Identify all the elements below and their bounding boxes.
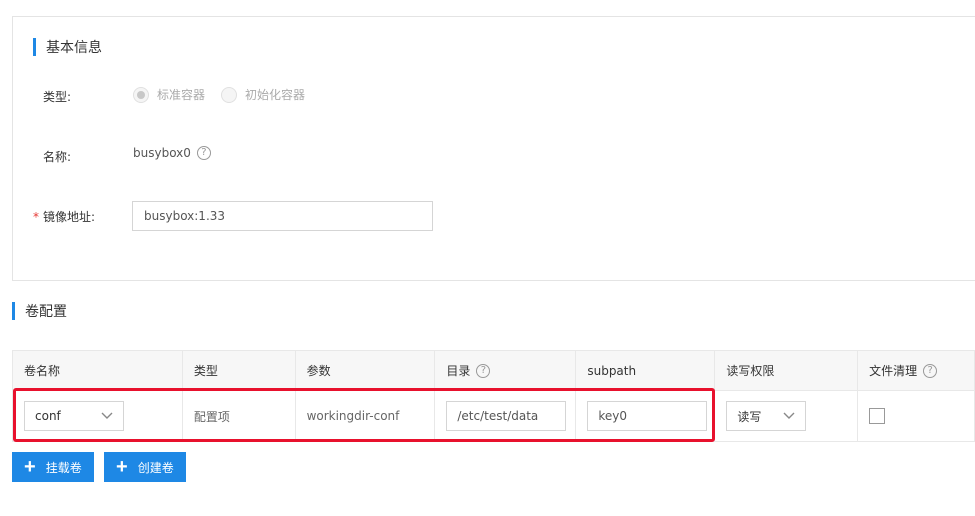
cell-cleanup xyxy=(857,390,975,442)
radio-unchecked-icon xyxy=(221,86,238,103)
help-icon[interactable]: ? xyxy=(196,146,211,160)
radio-init-container[interactable]: 初始化容器 xyxy=(221,86,305,103)
create-volume-button[interactable]: + 创建卷 xyxy=(104,452,186,482)
permission-select[interactable]: 读写 xyxy=(726,401,807,431)
container-name: busybox0 ? xyxy=(133,146,211,160)
required-mark: * xyxy=(33,210,39,224)
col-header-subpath: subpath xyxy=(575,350,716,391)
col-header-volume-name: 卷名称 xyxy=(12,350,183,391)
cell-dir xyxy=(434,390,577,442)
container-type-radio-group: 标准容器 初始化容器 xyxy=(133,86,321,103)
image-address-input[interactable] xyxy=(132,201,433,231)
permission-value: 读写 xyxy=(737,409,762,424)
radio-standard-label: 标准容器 xyxy=(157,88,206,102)
volume-name-select[interactable]: conf xyxy=(24,401,124,431)
cell-permission: 读写 xyxy=(714,390,859,442)
mount-volume-label: 挂载卷 xyxy=(45,460,82,475)
cell-param: workingdir-conf xyxy=(295,390,436,442)
volume-table: 卷名称 类型 参数 目录? subpath 读写权限 文件清理? conf 配置… xyxy=(12,350,975,442)
col-header-type: 类型 xyxy=(182,350,296,391)
col-header-permission: 读写权限 xyxy=(714,350,859,391)
basic-info-title-text: 基本信息 xyxy=(46,40,102,56)
name-label: 名称: xyxy=(43,150,72,164)
help-icon[interactable]: ? xyxy=(923,363,938,378)
chevron-down-icon xyxy=(101,412,113,419)
col-header-dir-text: 目录 xyxy=(446,364,471,378)
section-accent-bar xyxy=(33,38,36,56)
radio-checked-icon xyxy=(133,86,149,103)
radio-standard-container[interactable]: 标准容器 xyxy=(133,86,205,103)
subpath-input[interactable] xyxy=(587,401,708,431)
cell-type: 配置项 xyxy=(182,390,296,442)
section-accent-bar xyxy=(12,302,15,320)
cell-volume-name: conf xyxy=(12,390,183,442)
table-header-row: 卷名称 类型 参数 目录? subpath 读写权限 文件清理? xyxy=(12,350,975,391)
type-label: 类型: xyxy=(43,90,72,104)
cell-subpath xyxy=(575,390,716,442)
dir-input[interactable] xyxy=(446,401,567,431)
radio-init-label: 初始化容器 xyxy=(245,88,306,102)
plus-icon: + xyxy=(116,456,128,478)
help-icon[interactable]: ? xyxy=(476,363,491,378)
chevron-down-icon xyxy=(783,412,795,419)
volume-name-value: conf xyxy=(35,409,61,423)
image-label-text: 镜像地址: xyxy=(43,210,96,224)
image-label: * 镜像地址: xyxy=(33,208,95,225)
table-row: conf 配置项 workingdir-conf 读写 xyxy=(12,390,975,442)
cleanup-checkbox[interactable] xyxy=(869,408,886,424)
basic-info-title: 基本信息 xyxy=(33,37,102,57)
col-header-dir: 目录? xyxy=(434,350,577,391)
volume-config-title-text: 卷配置 xyxy=(25,304,67,320)
mount-volume-button[interactable]: + 挂载卷 xyxy=(12,452,94,482)
container-name-value: busybox0 xyxy=(133,146,191,160)
create-volume-label: 创建卷 xyxy=(137,460,174,475)
col-header-cleanup: 文件清理? xyxy=(857,350,975,391)
plus-icon: + xyxy=(24,456,36,478)
col-header-param: 参数 xyxy=(295,350,436,391)
volume-config-title: 卷配置 xyxy=(12,301,67,321)
col-header-cleanup-text: 文件清理 xyxy=(869,364,918,378)
